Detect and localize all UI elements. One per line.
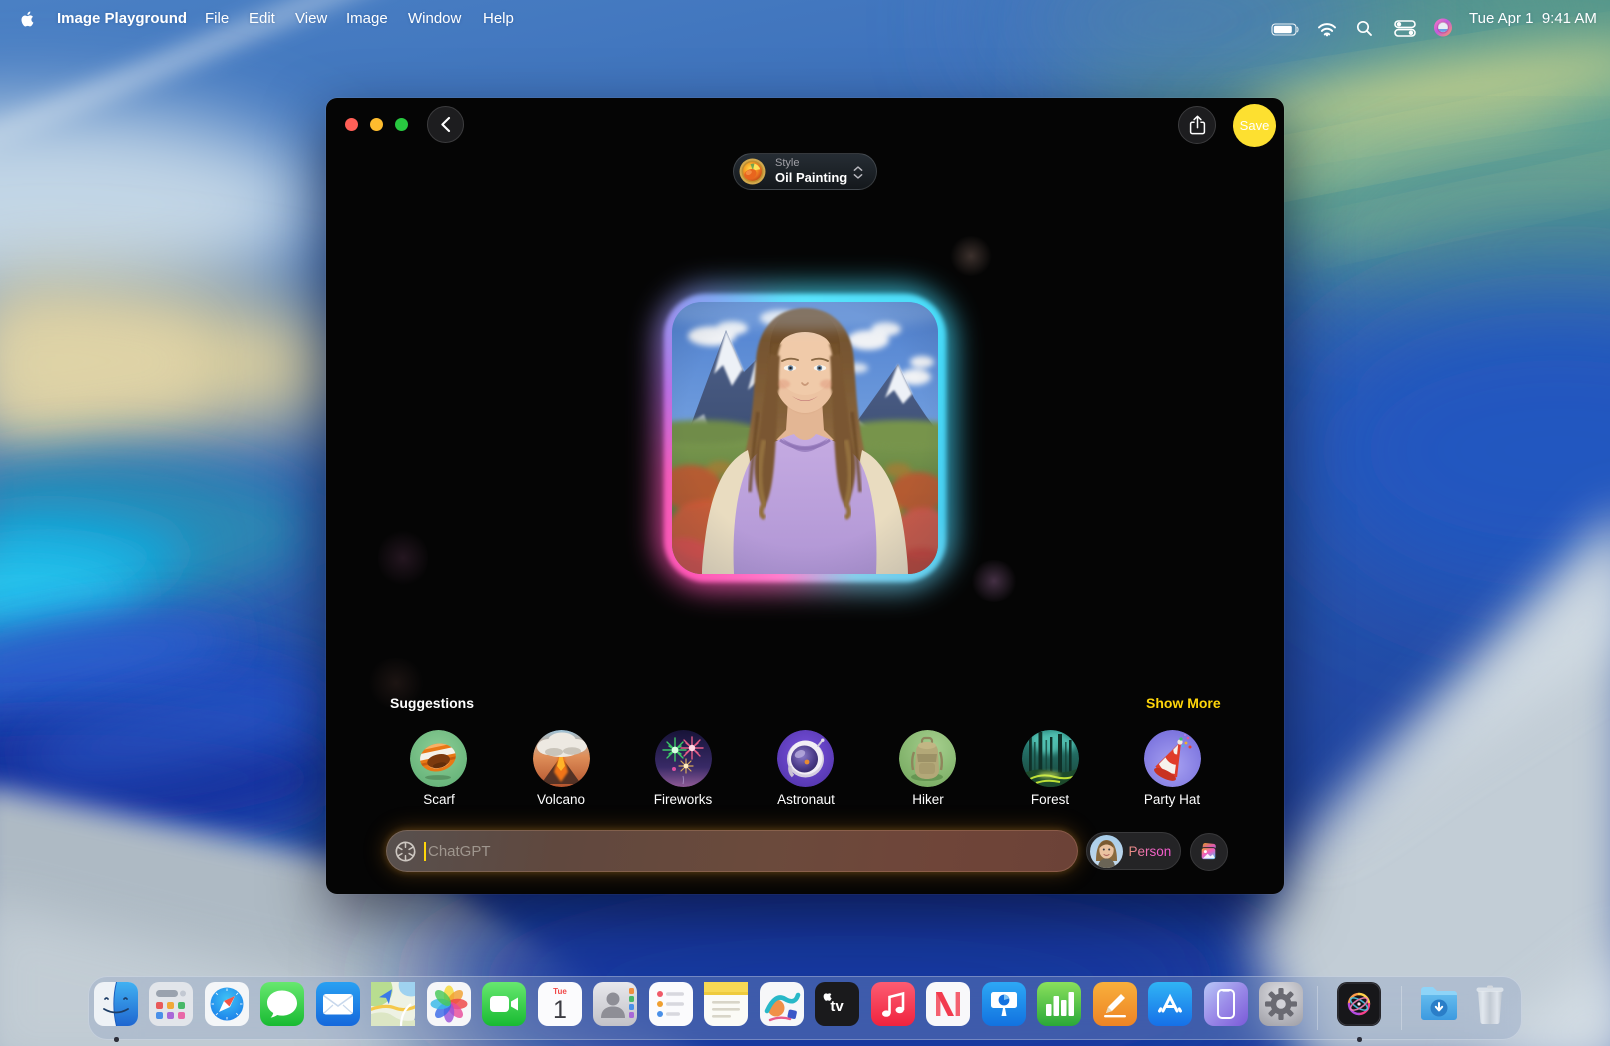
- svg-text:Tue: Tue: [553, 987, 567, 996]
- svg-text:tv: tv: [831, 998, 845, 1015]
- svg-text:1: 1: [553, 996, 567, 1024]
